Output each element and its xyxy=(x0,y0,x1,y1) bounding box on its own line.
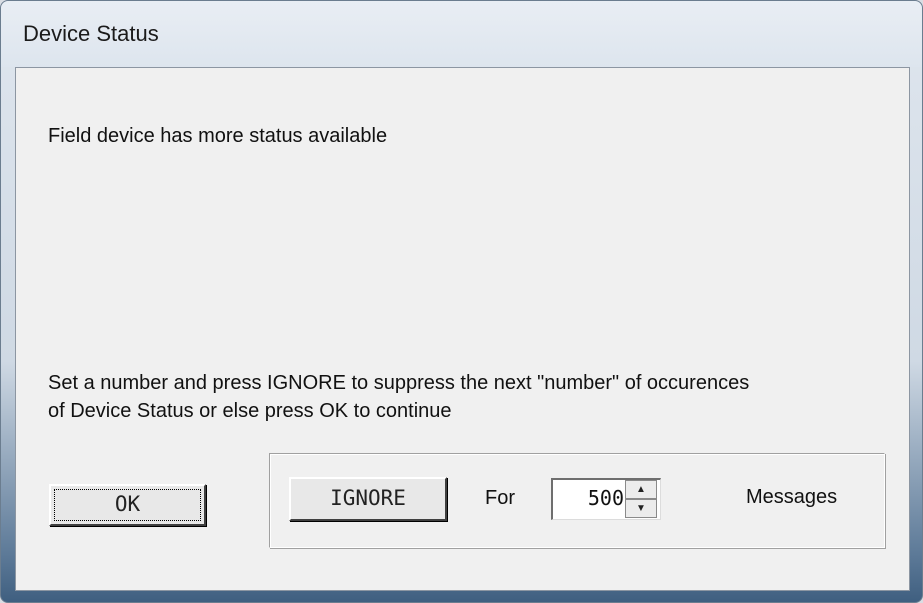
instruction-line-1: Set a number and press IGNORE to suppres… xyxy=(48,372,750,394)
ignore-button[interactable]: IGNORE xyxy=(289,477,447,521)
for-label: For xyxy=(485,487,515,509)
device-status-dialog: Device Status Field device has more stat… xyxy=(0,0,923,603)
instruction-line-2: of Device Status or else press OK to con… xyxy=(48,400,452,422)
status-message: Field device has more status available xyxy=(48,125,388,147)
title-bar[interactable]: Device Status xyxy=(1,1,922,67)
messages-label: Messages xyxy=(746,486,838,508)
spin-down-icon[interactable]: ▼ xyxy=(625,499,657,518)
instruction-text: Set a number and press IGNORE to suppres… xyxy=(48,369,888,425)
ok-button[interactable]: OK xyxy=(49,484,206,526)
ignore-group: IGNORE For 500 ▲ ▼ Messages xyxy=(269,453,885,548)
window-title: Device Status xyxy=(23,21,159,46)
spin-up-icon[interactable]: ▲ xyxy=(625,480,657,499)
dialog-body: Field device has more status available S… xyxy=(15,67,910,591)
